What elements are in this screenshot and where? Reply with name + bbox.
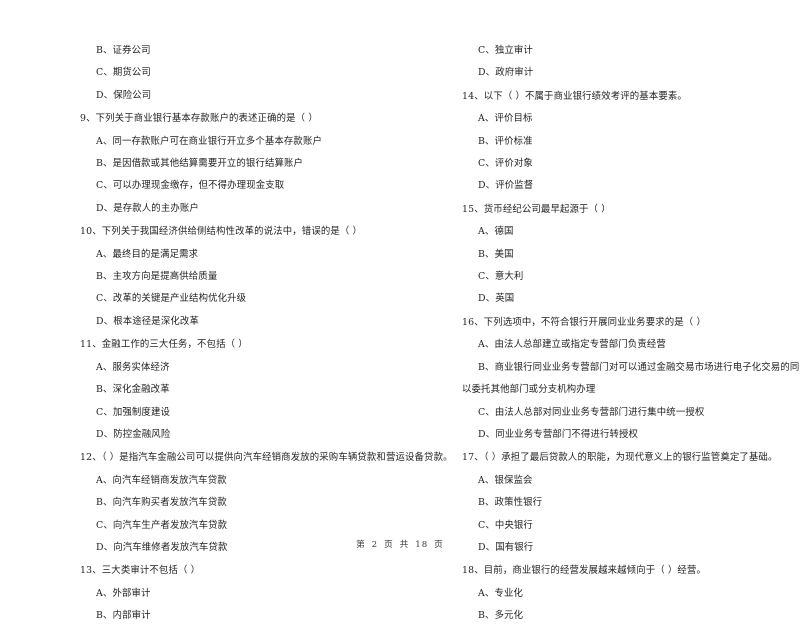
option-item: B、政策性银行 <box>478 497 543 509</box>
question-text: 货币经纪公司最早起源于（ ） <box>483 203 611 215</box>
question-text: （ ）是指汽车金融公司可以提供向汽车经销商发放的采购车辆贷款和营运设备贷款。 <box>101 452 453 464</box>
orphan-options-right: C、独立审计 D、政府审计 <box>462 40 800 85</box>
option-item: C、评价对象 <box>478 158 533 170</box>
question-stem: 14、以下（ ）不属于商业银行绩效考评的基本要素。 <box>462 86 800 108</box>
question-number: 13、 <box>80 565 102 577</box>
option-item: B、内部审计 <box>96 610 151 622</box>
footer-total-pages: 18 <box>415 540 429 550</box>
option-item: C、加强制度建设 <box>96 406 170 418</box>
question-13: 13、三大类审计不包括（ ） A、外部审计 B、内部审计 <box>80 560 425 627</box>
question-14: 14、以下（ ）不属于商业银行绩效考评的基本要素。 A、评价目标 B、评价标准 … <box>462 86 800 198</box>
question-stem: 17、（ ）承担了最后贷款人的职能，为现代意义上的银行监管奠定了基础。 <box>462 447 800 469</box>
footer-unit-1: 页 <box>384 540 394 550</box>
question-text: 以下（ ）不属于商业银行绩效考评的基本要素。 <box>483 90 687 102</box>
option-item: A、银保监会 <box>478 474 533 486</box>
option-item: A、专业化 <box>478 587 524 599</box>
option-item: C、由法人总部对同业业务专营部门进行集中统一授权 <box>478 406 705 418</box>
question-11: 11、金融工作的三大任务，不包括（ ） A、服务实体经济 B、深化金融改革 C、… <box>80 334 425 446</box>
footer-prefix: 第 <box>356 540 366 550</box>
option-item: B、证券公司 <box>96 45 151 56</box>
question-text: 下列关于商业银行基本存款账户的表述正确的是（ ） <box>95 113 318 125</box>
option-item: B、主攻方向是提高供给质量 <box>96 271 218 283</box>
question-text: （ ）承担了最后贷款人的职能，为现代意义上的银行监管奠定了基础。 <box>483 452 778 464</box>
option-item: C、中央银行 <box>478 519 533 531</box>
option-item: A、外部审计 <box>96 587 151 599</box>
question-number: 9、 <box>80 113 96 125</box>
question-stem: 11、金融工作的三大任务，不包括（ ） <box>80 334 425 356</box>
question-stem: 9、下列关于商业银行基本存款账户的表述正确的是（ ） <box>80 108 425 130</box>
option-item: C、改革的关键是产业结构优化升级 <box>96 293 247 305</box>
option-item: D、英国 <box>478 293 515 305</box>
option-item: B、多元化 <box>478 610 524 622</box>
footer-middle: 共 <box>399 540 410 550</box>
question-15: 15、货币经纪公司最早起源于（ ） A、德国 B、美国 C、意大利 D、英国 <box>462 199 800 311</box>
option-item: B、商业银行同业业务专营部门对可以通过金融交易市场进行电子化交易的同业业务，可 <box>478 361 800 373</box>
option-item: A、评价目标 <box>478 113 533 125</box>
option-item: A、向汽车经销商发放汽车贷款 <box>96 474 227 486</box>
question-number: 12、 <box>80 452 102 464</box>
option-item: D、保险公司 <box>96 89 152 101</box>
option-item: A、同一存款账户可在商业银行开立多个基本存款账户 <box>96 135 322 147</box>
page-footer: 第 2 页 共 18 页 <box>0 538 800 550</box>
option-item: C、向汽车生产者发放汽车贷款 <box>96 519 228 531</box>
question-text: 下列关于我国经济供给侧结构性改革的说法中，错误的是（ ） <box>101 226 363 238</box>
option-item: D、根本途径是深化改革 <box>96 315 199 327</box>
option-item: A、德国 <box>478 226 514 238</box>
option-item: D、评价监督 <box>478 180 534 192</box>
option-item: A、服务实体经济 <box>96 361 170 373</box>
option-item: B、美国 <box>478 248 514 260</box>
option-item: A、最终目的是满足需求 <box>96 248 199 260</box>
option-item: D、是存款人的主办账户 <box>96 202 199 214</box>
question-stem: 16、下列选项中，不符合银行开展同业业务要求的是（ ） <box>462 312 800 334</box>
question-number: 17、 <box>462 452 484 464</box>
question-number: 10、 <box>80 226 102 238</box>
question-number: 16、 <box>462 316 484 328</box>
option-item: C、可以办理现金缴存，但不得办理现金支取 <box>96 180 285 192</box>
option-item: D、防控金融风险 <box>96 428 171 440</box>
question-text: 三大类审计不包括（ ） <box>101 565 201 577</box>
question-18: 18、目前，商业银行的经营发展越来越倾向于（ ）经营。 A、专业化 B、多元化 <box>462 560 800 627</box>
option-item: B、评价标准 <box>478 135 533 147</box>
question-number: 18、 <box>462 565 484 577</box>
option-item: A、由法人总部建立或指定专营部门负责经营 <box>478 339 666 351</box>
option-item: D、政府审计 <box>478 67 534 79</box>
exam-paper-page: B、证券公司 C、期货公司 D、保险公司 9、下列关于商业银行基本存款账户的表述… <box>0 0 800 621</box>
question-stem: 15、货币经纪公司最早起源于（ ） <box>462 199 800 221</box>
question-stem: 18、目前，商业银行的经营发展越来越倾向于（ ）经营。 <box>462 560 800 582</box>
question-16: 16、下列选项中，不符合银行开展同业业务要求的是（ ） A、由法人总部建立或指定… <box>462 312 800 446</box>
option-item-continuation: 以委托其他部门或分支机构办理 <box>462 384 596 396</box>
question-10: 10、下列关于我国经济供给侧结构性改革的说法中，错误的是（ ） A、最终目的是满… <box>80 221 425 333</box>
question-text: 金融工作的三大任务，不包括（ ） <box>101 339 248 351</box>
footer-current-page: 2 <box>371 540 379 550</box>
option-item: C、期货公司 <box>96 67 151 79</box>
option-item: C、意大利 <box>478 271 524 283</box>
option-item: B、是因借款或其他结算需要开立的银行结算账户 <box>96 158 304 170</box>
question-text: 下列选项中，不符合银行开展同业业务要求的是（ ） <box>483 316 706 328</box>
option-item: B、深化金融改革 <box>96 384 170 396</box>
question-text: 目前，商业银行的经营发展越来越倾向于（ ）经营。 <box>483 565 706 577</box>
question-9: 9、下列关于商业银行基本存款账户的表述正确的是（ ） A、同一存款账户可在商业银… <box>80 108 425 220</box>
two-column-layout: B、证券公司 C、期货公司 D、保险公司 9、下列关于商业银行基本存款账户的表述… <box>80 40 800 621</box>
question-number: 15、 <box>462 203 484 215</box>
option-item: C、独立审计 <box>478 45 533 56</box>
orphan-options-left: B、证券公司 C、期货公司 D、保险公司 <box>80 40 425 107</box>
question-stem: 13、三大类审计不包括（ ） <box>80 560 425 582</box>
question-number: 14、 <box>462 90 484 102</box>
question-stem: 10、下列关于我国经济供给侧结构性改革的说法中，错误的是（ ） <box>80 221 425 243</box>
option-item: D、同业业务专营部门不得进行转授权 <box>478 428 639 440</box>
question-stem: 12、（ ）是指汽车金融公司可以提供向汽车经销商发放的采购车辆贷款和营运设备贷款… <box>80 447 452 469</box>
question-number: 11、 <box>80 339 102 351</box>
footer-unit-2: 页 <box>434 540 444 550</box>
option-item: B、向汽车购买者发放汽车贷款 <box>96 497 227 509</box>
